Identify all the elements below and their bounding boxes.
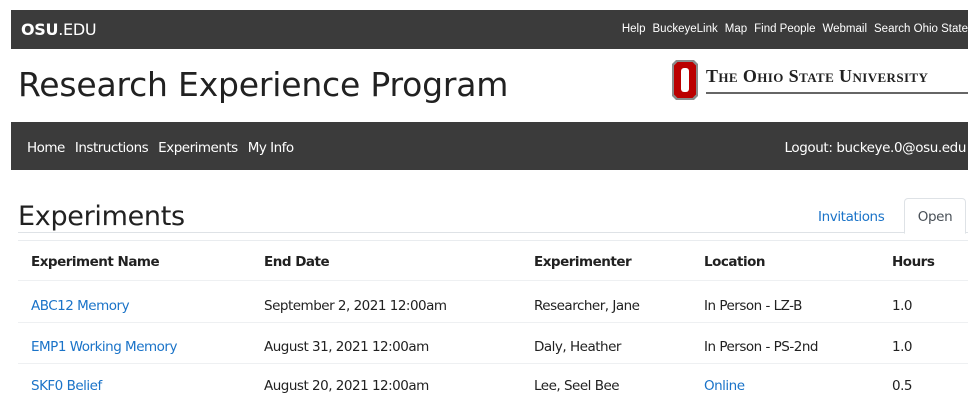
experiment-name-link[interactable]: SKF0 Belief — [31, 378, 102, 394]
hours-cell: 1.0 — [892, 339, 912, 355]
location-cell: In Person - LZ-B — [704, 298, 802, 314]
row-divider — [18, 322, 968, 323]
map-link[interactable]: Map — [725, 23, 747, 35]
experimenter-cell: Lee, Seel Bee — [534, 378, 620, 394]
column-header-hours: Hours — [892, 254, 935, 270]
tab-invitations[interactable]: Invitations — [818, 209, 885, 225]
nav-home[interactable]: Home — [27, 140, 65, 156]
column-header-experimenter: Experimenter — [534, 254, 632, 270]
experimenter-cell: Researcher, Jane — [534, 298, 640, 314]
nav-links: Home Instructions Experiments My Info — [27, 140, 294, 156]
tabs-divider — [18, 232, 968, 233]
search-ohio-state-link[interactable]: Search Ohio State — [874, 23, 968, 35]
osu-top-bar: OSU.EDU Help BuckeyeLink Map Find People… — [11, 10, 968, 49]
nav-experiments[interactable]: Experiments — [158, 140, 238, 156]
utility-links: Help BuckeyeLink Map Find People Webmail… — [622, 23, 968, 35]
tab-open[interactable]: Open — [904, 198, 966, 234]
site-title: Research Experience Program — [18, 65, 509, 104]
find-people-link[interactable]: Find People — [754, 23, 815, 35]
column-header-location: Location — [704, 254, 765, 270]
experiment-name-link[interactable]: ABC12 Memory — [31, 298, 130, 314]
osu-edu-logo[interactable]: OSU.EDU — [21, 20, 97, 39]
end-date-cell: September 2, 2021 12:00am — [264, 298, 447, 314]
help-link[interactable]: Help — [622, 23, 646, 35]
location-cell: In Person - PS-2nd — [704, 339, 818, 355]
row-divider — [18, 280, 968, 281]
location-online-link[interactable]: Online — [704, 378, 745, 394]
logout-link[interactable]: Logout: buckeye.0@osu.edu — [785, 140, 967, 156]
main-navbar: Home Instructions Experiments My Info Lo… — [11, 122, 968, 170]
column-header-experiment-name: Experiment Name — [31, 254, 160, 270]
experiment-name-link[interactable]: EMP1 Working Memory — [31, 339, 177, 355]
row-divider — [18, 363, 968, 364]
university-name-rule — [706, 92, 968, 94]
end-date-cell: August 31, 2021 12:00am — [264, 339, 429, 355]
nav-instructions[interactable]: Instructions — [75, 140, 149, 156]
page-heading: Experiments — [18, 201, 185, 232]
webmail-link[interactable]: Webmail — [822, 23, 867, 35]
end-date-cell: August 20, 2021 12:00am — [264, 378, 429, 394]
hours-cell: 0.5 — [892, 378, 912, 394]
column-header-end-date: End Date — [264, 254, 330, 270]
hours-cell: 1.0 — [892, 298, 912, 314]
nav-my-info[interactable]: My Info — [248, 140, 294, 156]
university-name: The Ohio State University — [706, 66, 929, 86]
experimenter-cell: Daly, Heather — [534, 339, 621, 355]
table-top-rule — [18, 240, 968, 241]
block-o-icon — [672, 60, 698, 100]
buckeyelink-link[interactable]: BuckeyeLink — [653, 23, 718, 35]
